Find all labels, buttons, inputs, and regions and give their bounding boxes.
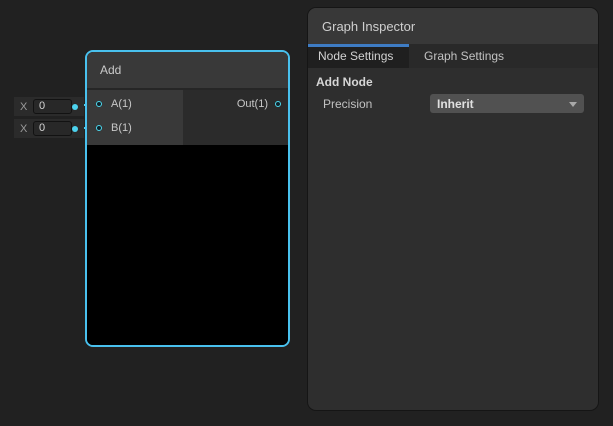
output-port-label: Out(1) <box>237 98 268 110</box>
output-port-icon[interactable] <box>275 101 281 107</box>
graph-inspector-title[interactable]: Graph Inspector <box>308 8 598 44</box>
output-row-out: Out(1) <box>183 92 288 116</box>
input-row-b: B(1) <box>87 116 183 140</box>
input-port-a-label: A(1) <box>111 98 132 110</box>
precision-dropdown-value: Inherit <box>437 97 474 111</box>
precision-label: Precision <box>323 97 430 111</box>
axis-label-x: X <box>20 123 29 135</box>
chevron-down-icon <box>569 102 577 107</box>
tab-graph-settings[interactable]: Graph Settings <box>409 44 504 68</box>
node-title[interactable]: Add <box>87 52 288 88</box>
precision-dropdown[interactable]: Inherit <box>430 94 584 113</box>
node-output-section: Out(1) <box>183 90 288 145</box>
edge-anchor-dot-icon <box>72 104 78 110</box>
input-port-b-label: B(1) <box>111 122 132 134</box>
section-title: Add Node <box>316 75 598 89</box>
add-node[interactable]: Add A(1) B(1) Out(1) <box>85 50 290 347</box>
tab-node-settings[interactable]: Node Settings <box>308 44 409 68</box>
value-input-a[interactable]: 0 <box>33 99 72 114</box>
node-settings-content: Add Node Precision Inherit <box>308 68 598 113</box>
node-input-section: A(1) B(1) <box>87 90 183 145</box>
port-value-widget-b: X 0 <box>14 119 84 138</box>
precision-field-row: Precision Inherit <box>308 94 598 113</box>
inspector-tabbar: Node Settings Graph Settings <box>308 44 598 68</box>
input-row-a: A(1) <box>87 92 183 116</box>
port-value-widget-a: X 0 <box>14 97 84 116</box>
value-input-b[interactable]: 0 <box>33 121 72 136</box>
graph-inspector-panel: Graph Inspector Node Settings Graph Sett… <box>308 8 598 410</box>
edge-anchor-dot-icon <box>72 126 78 132</box>
node-preview <box>87 145 288 345</box>
input-port-b-icon[interactable] <box>96 125 102 131</box>
axis-label-x: X <box>20 101 29 113</box>
input-port-a-icon[interactable] <box>96 101 102 107</box>
